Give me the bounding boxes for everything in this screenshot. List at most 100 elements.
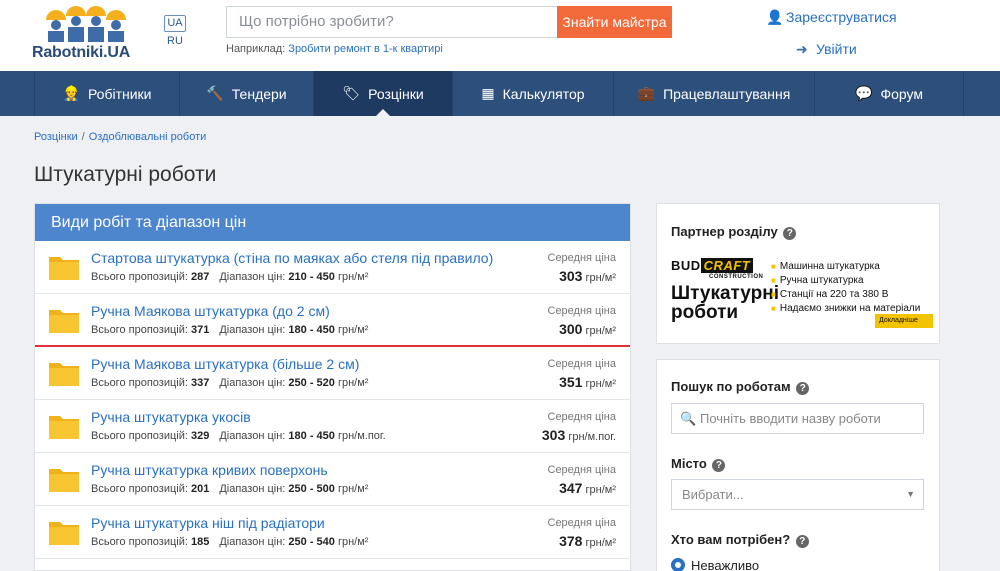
price-range: 180 - 450 — [288, 324, 335, 336]
search-hint: Наприклад: Зробити ремонт в 1-к квартирі — [226, 43, 443, 55]
avg-price-value: 347 грн/м² — [559, 480, 616, 496]
nav-label: Калькулятор — [502, 85, 585, 102]
search-works-title: Пошук по роботам ? — [671, 379, 810, 395]
nav-item-calculator[interactable]: ▦ Калькулятор — [453, 71, 614, 116]
logo-text: Rabotniki.UA — [32, 44, 131, 61]
work-type-link[interactable]: Ручна Маякова штукатурка (до 2 см) — [91, 303, 330, 319]
folder-icon — [49, 519, 79, 545]
main-nav: 👷 Робітники 🔨 Тендери 🏷 Розцінки ▦ Калькулят… — [0, 71, 1000, 116]
avg-price-label: Середня ціна — [547, 252, 617, 264]
city-select[interactable]: Вибрати... ▼ — [671, 479, 924, 510]
nav-label: Працевлаштування — [663, 85, 791, 102]
partner-ad-banner[interactable]: BUDCRAFT CONSTRUCTION Штукатурніроботи М… — [671, 254, 933, 332]
panel-title: Види робіт та діапазон цін — [35, 204, 630, 241]
folder-icon — [49, 466, 79, 492]
ad-feature: Ручна штукатурка — [771, 274, 920, 288]
language-switcher: UA RU — [164, 15, 186, 47]
work-type-link[interactable]: Ручна штукатурка укосів — [91, 409, 251, 425]
folder-icon — [49, 254, 79, 280]
avg-price-label: Середня ціна — [547, 411, 617, 423]
breadcrumb-prices[interactable]: Розцінки — [34, 131, 78, 143]
caret-down-icon: ▼ — [906, 489, 915, 499]
search-hint-prefix: Наприклад: — [226, 43, 286, 55]
radio-selected-icon — [671, 558, 685, 571]
price-range: 250 - 520 — [288, 377, 335, 389]
offers-count: 329 — [190, 430, 210, 442]
avg-price-value: 303 грн/м² — [559, 268, 616, 284]
nav-item-forum[interactable]: 💬 Форум — [815, 71, 964, 116]
find-master-button[interactable]: Знайти майстра — [557, 6, 672, 38]
offers-count: 371 — [190, 324, 210, 336]
workers-logo-icon — [46, 6, 126, 42]
ad-more-button[interactable]: Докладніше — [875, 314, 933, 328]
avg-price-value: 378 грн/м² — [559, 533, 616, 549]
offers-count: 287 — [190, 271, 210, 283]
nav-label: Форум — [880, 85, 923, 102]
login-label: Увійти — [816, 41, 857, 57]
avg-price-label: Середня ціна — [547, 517, 617, 529]
ad-feature: Станції на 220 та 380 В — [771, 288, 920, 302]
page-title: Штукатурні роботи — [34, 163, 217, 186]
work-type-row: Ручна штукатурка укосів Всього пропозицій… — [35, 400, 630, 453]
nav-label: Робітники — [87, 85, 152, 102]
price-range: 180 - 450 — [288, 430, 335, 442]
breadcrumb-finishing[interactable]: Оздоблювальні роботи — [89, 131, 207, 143]
site-logo[interactable]: Rabotniki.UA — [32, 6, 140, 62]
work-types-panel: Види робіт та діапазон цін Стартова штук… — [34, 203, 631, 571]
nav-label: Розцінки — [368, 85, 424, 102]
folder-icon — [49, 413, 79, 439]
folder-icon — [49, 307, 79, 333]
search-hint-link[interactable]: Зробити ремонт в 1-к квартирі — [288, 43, 442, 55]
work-type-row: Ручна Маякова штукатурка (до 2 см) Всього… — [35, 294, 630, 347]
login-link[interactable]: ➜ Увійти — [796, 41, 857, 58]
folder-icon — [49, 360, 79, 386]
nav-item-prices[interactable]: 🏷 Розцінки — [314, 71, 453, 116]
work-search-input[interactable]: 🔍 Почніть вводити назву роботи — [671, 403, 924, 434]
lang-ru[interactable]: RU — [164, 35, 186, 47]
sign-in-icon: ➜ — [796, 41, 808, 57]
tags-icon: 🏷 — [342, 85, 361, 101]
work-type-row: Ручна штукатурка кривих поверхонь Всього … — [35, 453, 630, 506]
nav-item-workers[interactable]: 👷 Робітники — [34, 71, 180, 116]
avg-price-label: Середня ціна — [547, 464, 617, 476]
calculator-icon: ▦ — [481, 85, 495, 101]
breadcrumb: Розцінки / Оздоблювальні роботи — [34, 131, 207, 143]
offers-count: 337 — [190, 377, 210, 389]
price-range: 210 - 450 — [288, 271, 335, 283]
price-range: 250 - 540 — [288, 536, 335, 548]
avg-price-value: 300 грн/м² — [559, 321, 616, 337]
work-type-meta: Всього пропозицій: 329 Діапазон цін: 180 … — [91, 430, 386, 442]
nav-label: Тендери — [231, 85, 287, 102]
help-icon[interactable]: ? — [783, 227, 797, 240]
work-type-link[interactable]: Ручна Маякова штукатурка (більше 2 см) — [91, 356, 359, 372]
register-label: Зареєструватися — [786, 9, 897, 25]
ad-feature: Машинна штукатурка — [771, 260, 920, 274]
work-type-row: Ручна Маякова штукатурка (більше 2 см) Вс… — [35, 347, 630, 400]
ad-brand-logo: BUD CRAFT — [671, 258, 754, 273]
briefcase-icon: 💼 — [637, 85, 656, 101]
nav-item-employment[interactable]: 💼 Працевлаштування — [614, 71, 815, 116]
nav-item-tenders[interactable]: 🔨 Тендери — [180, 71, 314, 116]
work-type-meta: Всього пропозицій: 371 Діапазон цін: 180 … — [91, 324, 369, 336]
help-icon[interactable]: ? — [795, 535, 809, 548]
ad-headline: Штукатурні роботи — [671, 283, 779, 323]
work-type-link[interactable]: Ручна штукатурка ніш під радіатори — [91, 515, 325, 531]
ad-brand-sub: CONSTRUCTION — [709, 274, 764, 280]
register-link[interactable]: 👤 Зареєструватися — [766, 9, 897, 26]
work-type-link[interactable]: Стартова штукатурка (стіна по маяках або… — [91, 250, 493, 266]
city-title: Місто ? — [671, 456, 726, 472]
hammer-icon: 🔨 — [206, 85, 224, 101]
radio-any[interactable]: Неважливо — [671, 558, 759, 571]
comments-icon: 💬 — [855, 85, 873, 101]
avg-price-value: 303 грн/м.пог. — [541, 427, 616, 443]
offers-count: 201 — [190, 483, 210, 495]
work-type-link[interactable]: Ручна штукатурка кривих поверхонь — [91, 462, 328, 478]
lang-ua[interactable]: UA — [164, 15, 186, 32]
search-icon: 🔍 — [680, 411, 697, 426]
work-type-row: Ручна штукатурка ніш під радіатори Всього… — [35, 506, 630, 559]
work-type-meta: Всього пропозицій: 201 Діапазон цін: 250 … — [91, 483, 369, 495]
help-icon[interactable]: ? — [712, 459, 726, 472]
help-icon[interactable]: ? — [796, 382, 810, 395]
partner-box: Партнер розділу ? BUD CRAFT CONSTRUCTION … — [656, 203, 940, 344]
main-search-input[interactable]: Що потрібно зробити? — [226, 6, 557, 38]
